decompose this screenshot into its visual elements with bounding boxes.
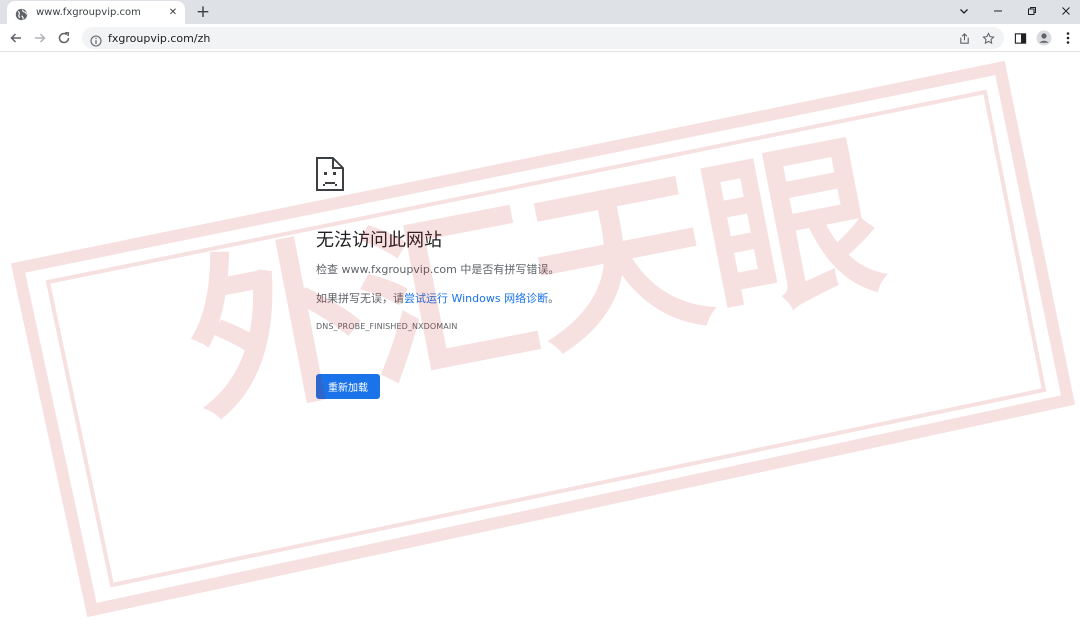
sad-page-icon	[316, 157, 344, 191]
browser-toolbar: fxgroupvip.com/zh	[0, 24, 1080, 52]
star-icon[interactable]	[980, 30, 996, 46]
tab-title: www.fxgroupvip.com	[36, 7, 141, 18]
address-bar[interactable]: fxgroupvip.com/zh	[82, 27, 1004, 49]
profile-icon[interactable]	[1034, 28, 1054, 48]
suggestion-prefix: 如果拼写无误，请	[316, 292, 404, 305]
browser-tab[interactable]: www.fxgroupvip.com ✕	[7, 1, 185, 24]
chevron-down-icon[interactable]	[947, 0, 981, 22]
info-icon[interactable]	[90, 32, 102, 47]
forward-arrow-icon[interactable]	[30, 28, 50, 48]
browser-window: www.fxgroupvip.com ✕ + fxgroupvip.com/zh…	[0, 0, 1080, 628]
globe-icon	[15, 6, 28, 21]
menu-icon[interactable]	[1058, 28, 1078, 48]
share-icon[interactable]	[956, 30, 972, 46]
reload-icon[interactable]	[54, 28, 74, 48]
close-icon[interactable]: ✕	[167, 7, 179, 19]
window-close-icon[interactable]	[1049, 0, 1080, 22]
side-panel-icon[interactable]	[1010, 28, 1030, 48]
minimize-icon[interactable]	[981, 0, 1015, 22]
reload-button[interactable]: 重新加载	[316, 374, 380, 399]
error-code: DNS_PROBE_FINISHED_NXDOMAIN	[316, 322, 458, 331]
error-suggestion: 如果拼写无误，请尝试运行 Windows 网络诊断。	[316, 290, 559, 306]
back-arrow-icon[interactable]	[6, 28, 26, 48]
plus-icon[interactable]: +	[193, 2, 213, 22]
suggestion-suffix: 。	[548, 292, 560, 305]
tab-strip: www.fxgroupvip.com ✕ +	[0, 0, 1080, 24]
page-content: 无法访问此网站 检查 www.fxgroupvip.com 中是否有拼写错误。 …	[0, 53, 1080, 628]
network-diagnostics-link[interactable]: 尝试运行 Windows 网络诊断	[404, 292, 548, 305]
url-text: fxgroupvip.com/zh	[108, 31, 211, 45]
error-check-text: 检查 www.fxgroupvip.com 中是否有拼写错误。	[316, 263, 560, 276]
restore-icon[interactable]	[1015, 0, 1049, 22]
error-title: 无法访问此网站	[316, 230, 442, 251]
